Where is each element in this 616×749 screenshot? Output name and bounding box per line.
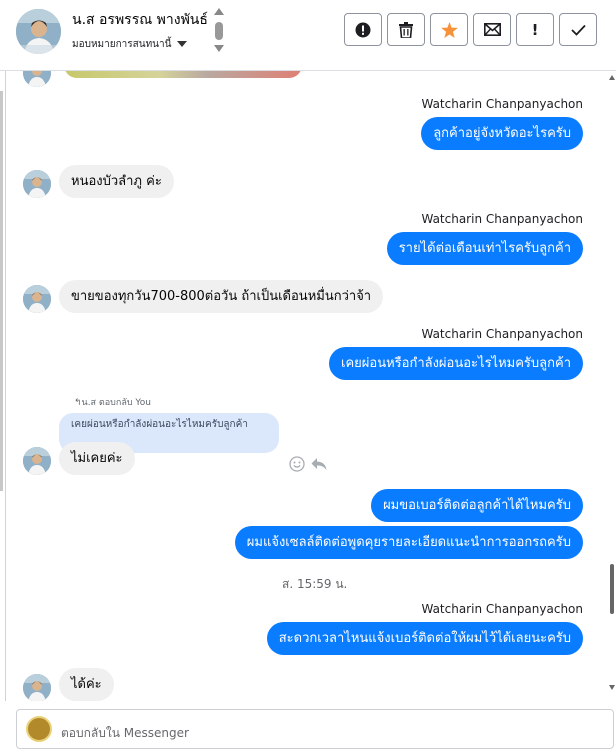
contact-avatar-small[interactable] xyxy=(23,674,51,701)
envelope-icon xyxy=(483,23,501,36)
mark-spam-button[interactable]: ! xyxy=(516,13,554,46)
incoming-message[interactable]: หนองบัวลำภู ค่ะ xyxy=(59,165,174,198)
star-button[interactable] xyxy=(430,13,468,46)
timestamp: ส. 15:59 น. xyxy=(282,577,348,591)
header-scroll-control[interactable] xyxy=(213,8,225,54)
reply-button[interactable] xyxy=(311,456,327,476)
outgoing-message[interactable]: เคยผ่อนหรือกำลังผ่อนอะไรไหมครับลูกค้า xyxy=(329,347,583,380)
incoming-message[interactable]: ไม่เคยค่ะ xyxy=(59,442,135,475)
header-toolbar: ! xyxy=(344,13,597,46)
assign-conversation-dropdown[interactable]: มอบหมายการสนทนานี้ xyxy=(72,37,188,52)
contact-avatar-small xyxy=(23,71,51,87)
done-button[interactable] xyxy=(559,13,597,46)
react-button[interactable] xyxy=(289,456,305,476)
outgoing-message[interactable]: ผมขอเบอร์ติดต่อลูกค้าได้ไหมครับ xyxy=(371,489,583,522)
scroll-down-arrow-icon[interactable] xyxy=(609,685,615,690)
reply-indicator: ↰น.ส ตอบกลับ You xyxy=(74,395,151,409)
check-icon xyxy=(570,24,586,36)
sender-name: Watcharin Chanpanyachon xyxy=(421,97,583,111)
sender-name: Watcharin Chanpanyachon xyxy=(421,602,583,616)
contact-avatar-small[interactable] xyxy=(23,170,51,198)
thread-scrollbar[interactable] xyxy=(607,71,616,701)
scroll-down-arrow-icon[interactable] xyxy=(214,45,224,52)
scroll-up-arrow-icon[interactable] xyxy=(609,75,615,80)
page-avatar xyxy=(26,716,52,742)
outgoing-message[interactable]: สะดวกเวลาไหนแจ้งเบอร์ติดต่อให้ผมไว้ได้เล… xyxy=(266,622,583,655)
contact-avatar[interactable] xyxy=(16,9,61,54)
contact-avatar-small[interactable] xyxy=(23,285,51,313)
contact-name[interactable]: น.ส อรพรรณ พางพันธ์ xyxy=(72,9,208,31)
outgoing-message[interactable]: ลูกค้าอยู่จังหวัดอะไรครับ xyxy=(421,117,583,150)
caret-down-icon xyxy=(177,41,188,47)
outgoing-message[interactable]: ผมแจ้งเซลล์ติดต่อพูดคุยรายละเอียดแนะนำกา… xyxy=(234,526,583,559)
exclamation-circle-icon xyxy=(355,22,371,37)
outgoing-message[interactable]: รายได้ต่อเดือนเท่าไรครับลูกค้า xyxy=(386,232,583,265)
delete-button[interactable] xyxy=(387,13,425,46)
image-attachment[interactable] xyxy=(64,71,302,78)
exclamation-icon: ! xyxy=(531,20,539,39)
reply-indicator-text: น.ส ตอบกลับ You xyxy=(81,398,151,408)
message-thread[interactable]: Watcharin Chanpanyachon ลูกค้าอยู่จังหวั… xyxy=(5,71,611,701)
reply-composer[interactable]: ตอบกลับใน Messenger xyxy=(16,709,614,749)
reply-arrow-icon xyxy=(311,458,327,470)
contact-avatar-small[interactable] xyxy=(23,447,51,475)
left-rail-bar xyxy=(0,91,3,491)
scroll-up-arrow-icon[interactable] xyxy=(214,8,224,15)
star-icon xyxy=(440,21,458,38)
mail-button[interactable] xyxy=(473,13,511,46)
report-button[interactable] xyxy=(344,13,382,46)
header-scroll-thumb[interactable] xyxy=(215,22,223,40)
incoming-message[interactable]: ขายของทุกวัน700-800ต่อวัน ถ้าเป็นเดือนหม… xyxy=(59,280,384,313)
smiley-icon xyxy=(289,456,305,472)
sender-name: Watcharin Chanpanyachon xyxy=(421,212,583,226)
trash-icon xyxy=(399,21,413,38)
sender-name: Watcharin Chanpanyachon xyxy=(421,327,583,341)
reply-input[interactable]: ตอบกลับใน Messenger xyxy=(61,724,189,743)
conversation-header: น.ส อรพรรณ พางพันธ์ มอบหมายการสนทนานี้ ! xyxy=(0,0,616,71)
incoming-message[interactable]: ได้ค่ะ xyxy=(59,668,114,701)
reply-arrow-icon: ↰ xyxy=(74,398,82,408)
thread-scroll-thumb[interactable] xyxy=(610,564,614,614)
assign-conversation-label: มอบหมายการสนทนานี้ xyxy=(72,39,172,50)
